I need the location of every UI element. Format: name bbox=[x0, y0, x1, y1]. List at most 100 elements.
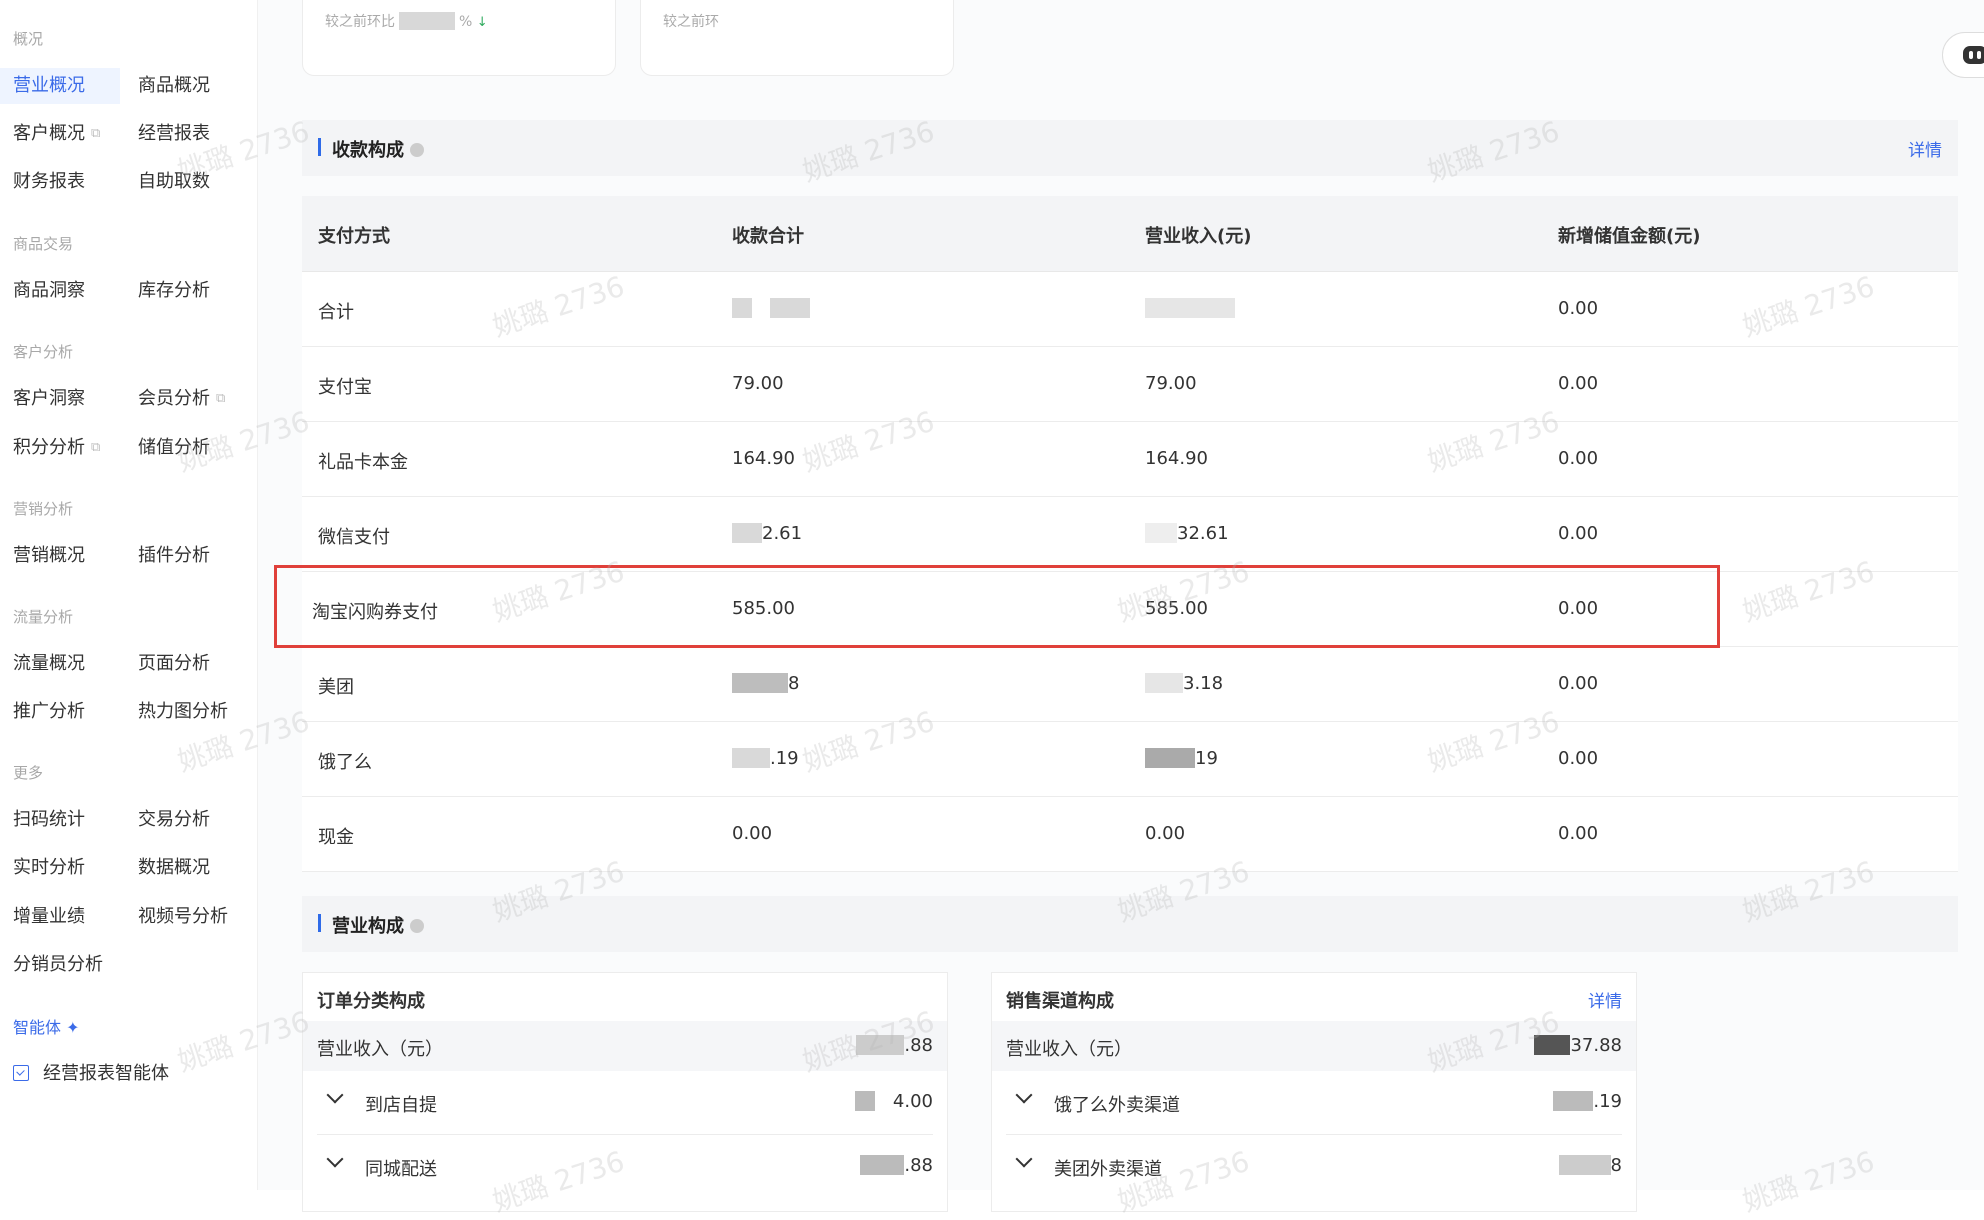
section-marker bbox=[318, 914, 321, 932]
kpi-unit: % bbox=[459, 14, 473, 30]
cell-revenue: 79.00 bbox=[1145, 373, 1197, 394]
sidebar-item-product-insight[interactable]: 商品洞察 bbox=[13, 273, 85, 309]
list-item-label: 饿了么外卖渠道 bbox=[1054, 1095, 1180, 1116]
cell-total: .19 bbox=[732, 748, 799, 769]
group-title-customer-analysis: 客户分析 bbox=[13, 343, 74, 361]
sidebar-item-member-analysis[interactable]: 会员分析 ⧉ bbox=[138, 381, 225, 417]
cell-stored: 0.00 bbox=[1558, 298, 1599, 319]
cell-stored: 0.00 bbox=[1558, 673, 1599, 694]
cell-method: 微信支付 bbox=[318, 527, 390, 548]
masked-value bbox=[856, 1035, 905, 1055]
table-row: 微信支付 2.61 32.61 0.00 bbox=[302, 497, 1958, 572]
external-link-icon: ⧉ bbox=[216, 391, 226, 406]
table-row: 淘宝闪购券支付 585.00 585.00 0.00 bbox=[302, 572, 1958, 647]
cell-revenue: 19 bbox=[1145, 748, 1218, 769]
sidebar-item-video-channel-analysis[interactable]: 视频号分析 bbox=[138, 899, 228, 935]
sidebar-item-finance-report[interactable]: 财务报表 bbox=[13, 164, 85, 200]
sidebar-item-self-service-data[interactable]: 自助取数 bbox=[138, 164, 210, 200]
summary-value: .88 bbox=[856, 1035, 933, 1056]
sparkle-icon: ✦ bbox=[66, 1018, 80, 1037]
cell-method: 礼品卡本金 bbox=[318, 452, 408, 473]
cell-total: 0.00 bbox=[732, 823, 773, 844]
ai-assistant-button[interactable] bbox=[1942, 32, 1984, 78]
sidebar-item-business-report[interactable]: 经营报表 bbox=[138, 116, 210, 152]
section-title: 营业构成 bbox=[332, 912, 424, 938]
cell-method: 支付宝 bbox=[318, 377, 372, 398]
cell-stored: 0.00 bbox=[1558, 448, 1599, 469]
ai-agent-title-label: 智能体 bbox=[13, 1018, 62, 1037]
masked-value bbox=[732, 298, 752, 318]
table-row: 支付宝 79.00 79.00 0.00 bbox=[302, 347, 1958, 422]
sidebar-item-scan-stats[interactable]: 扫码统计 bbox=[13, 802, 85, 838]
chevron-down-icon[interactable] bbox=[326, 1150, 344, 1168]
masked-value bbox=[1145, 523, 1177, 543]
sidebar-item-heatmap-analysis[interactable]: 热力图分析 bbox=[138, 694, 228, 730]
cell-method: 合计 bbox=[318, 302, 354, 323]
partial-value: .88 bbox=[904, 1035, 933, 1056]
list-item[interactable]: 同城配送 .88 bbox=[317, 1135, 933, 1199]
checkbox-icon bbox=[13, 1065, 29, 1081]
info-icon[interactable] bbox=[410, 919, 424, 933]
section-header-business: 营业构成 bbox=[302, 896, 1958, 952]
masked-value bbox=[732, 748, 770, 768]
cell-method: 现金 bbox=[318, 827, 354, 848]
partial-value: 8 bbox=[788, 673, 800, 694]
cell-method: 美团 bbox=[318, 677, 354, 698]
sidebar: 概况 营业概况 商品概况 客户概况 ⧉ 经营报表 财务报表 自助取数 商品交易 商… bbox=[0, 0, 258, 1190]
main-content: 较之前环比% ↓ 较之前环 收款构成 详情 支付方式 收款合计 营业收入(元) … bbox=[258, 0, 1984, 1212]
sidebar-item-inventory-analysis[interactable]: 库存分析 bbox=[138, 273, 210, 309]
list-item[interactable]: 美团外卖渠道 8 bbox=[1006, 1135, 1622, 1199]
cell-total: 2.61 bbox=[732, 523, 802, 544]
sidebar-item-data-overview[interactable]: 数据概况 bbox=[138, 850, 210, 886]
table-row: 合计 0.00 bbox=[302, 272, 1958, 347]
sidebar-item-page-analysis[interactable]: 页面分析 bbox=[138, 646, 210, 682]
partial-value: .19 bbox=[770, 748, 799, 769]
sales-channel-panel: 销售渠道构成 详情 营业收入（元） 37.88 饿了么外卖渠道 .19 美团外卖… bbox=[991, 972, 1637, 1212]
sidebar-item-customer-insight[interactable]: 客户洞察 bbox=[13, 381, 85, 417]
cell-revenue bbox=[1145, 298, 1235, 319]
list-item-value: 4.00 bbox=[854, 1091, 933, 1112]
list-item[interactable]: 到店自提 4.00 bbox=[317, 1071, 933, 1135]
masked-value bbox=[770, 298, 810, 318]
sidebar-item-label: 积分分析 bbox=[13, 437, 85, 458]
sidebar-item-stored-value-analysis[interactable]: 储值分析 bbox=[138, 430, 210, 466]
sidebar-item-report-agent[interactable]: 经营报表智能体 bbox=[13, 1056, 169, 1092]
table-row: 礼品卡本金 164.90 164.90 0.00 bbox=[302, 422, 1958, 497]
sidebar-item-points-analysis[interactable]: 积分分析 ⧉ bbox=[13, 430, 100, 466]
sidebar-item-promotion-analysis[interactable]: 推广分析 bbox=[13, 694, 85, 730]
masked-value bbox=[860, 1155, 905, 1175]
sidebar-item-realtime-analysis[interactable]: 实时分析 bbox=[13, 850, 85, 886]
chevron-down-icon[interactable] bbox=[1015, 1086, 1033, 1104]
column-header: 营业收入(元) bbox=[1145, 226, 1252, 247]
arrow-down-icon: ↓ bbox=[476, 15, 488, 30]
masked-value bbox=[732, 523, 762, 543]
sidebar-item-traffic-overview[interactable]: 流量概况 bbox=[13, 646, 85, 682]
cell-stored: 0.00 bbox=[1558, 748, 1599, 769]
list-item-label: 到店自提 bbox=[365, 1095, 437, 1116]
sidebar-item-trade-analysis[interactable]: 交易分析 bbox=[138, 802, 210, 838]
list-item[interactable]: 饿了么外卖渠道 .19 bbox=[1006, 1071, 1622, 1135]
column-header: 新增储值金额(元) bbox=[1558, 226, 1701, 247]
sidebar-item-plugin-analysis[interactable]: 插件分析 bbox=[138, 538, 210, 574]
chevron-down-icon[interactable] bbox=[326, 1086, 344, 1104]
masked-value bbox=[1145, 298, 1235, 318]
sidebar-item-marketing-overview[interactable]: 营销概况 bbox=[13, 538, 85, 574]
sidebar-item-product-overview[interactable]: 商品概况 bbox=[138, 68, 210, 104]
summary-value: 37.88 bbox=[1534, 1035, 1622, 1056]
sidebar-item-distributor-analysis[interactable]: 分销员分析 bbox=[13, 947, 103, 983]
table-row: 美团 8 3.18 0.00 bbox=[302, 647, 1958, 722]
info-icon[interactable] bbox=[410, 143, 424, 157]
panel-title: 销售渠道构成 bbox=[1006, 991, 1114, 1012]
panel-title: 订单分类构成 bbox=[317, 991, 425, 1012]
table-row: 饿了么 .19 19 0.00 bbox=[302, 722, 1958, 797]
masked-value bbox=[732, 673, 788, 693]
sidebar-item-business-overview[interactable]: 营业概况 bbox=[0, 68, 120, 104]
sidebar-item-incremental-performance[interactable]: 增量业绩 bbox=[13, 899, 85, 935]
partial-value: .19 bbox=[1593, 1091, 1622, 1112]
sidebar-item-customer-overview[interactable]: 客户概况 ⧉ bbox=[13, 116, 100, 152]
cell-total bbox=[732, 298, 810, 319]
detail-link[interactable]: 详情 bbox=[1588, 987, 1622, 1012]
detail-link[interactable]: 详情 bbox=[1908, 136, 1942, 161]
chevron-down-icon[interactable] bbox=[1015, 1150, 1033, 1168]
section-title: 收款构成 bbox=[332, 136, 424, 162]
